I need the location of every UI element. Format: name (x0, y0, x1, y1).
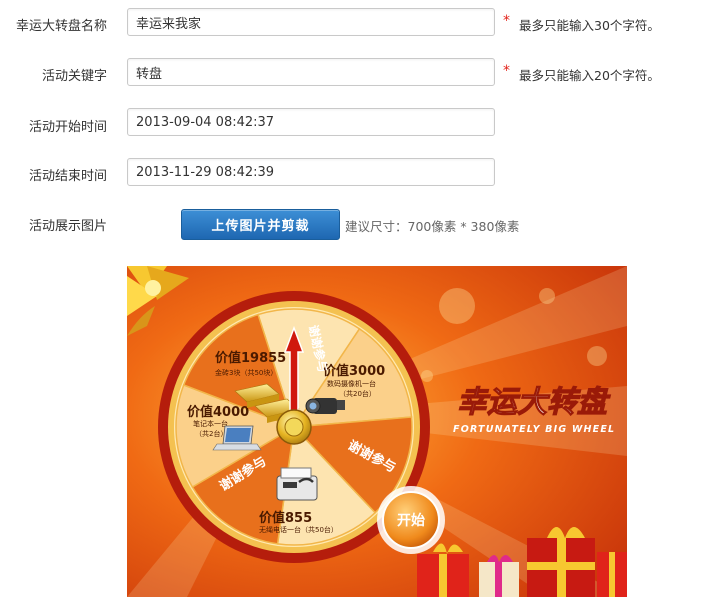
prize-count-6: （共2台） (195, 429, 227, 438)
prize-desc-2: 数码摄像机一台 (327, 379, 376, 388)
banner-title-block: 幸运大转盘 FORTUNATELY BIG WHEEL (453, 384, 615, 435)
prize-label-6: 价值4000 (187, 404, 249, 420)
fax-phone-icon (276, 467, 318, 501)
prize-label-2: 价值3000 (323, 363, 385, 379)
keyword-hint: 最多只能输入20个字符。 (519, 68, 660, 83)
prize-desc-1: 金砖3块（共50块） (215, 368, 277, 377)
prize-count-2: （共20台） (339, 389, 376, 398)
banner-subtitle: FORTUNATELY BIG WHEEL (453, 424, 615, 435)
keyword-required-mark: * (503, 63, 510, 79)
lucky-wheel-banner: 价值19855 金砖3块（共50块） 价值3000 数码摄像机一台 （共20台）… (127, 266, 627, 597)
name-label: 幸运大转盘名称 (15, 19, 107, 34)
name-required-mark: * (503, 13, 510, 29)
start-button: 开始 (377, 486, 445, 554)
end-time-label: 活动结束时间 (28, 169, 107, 184)
end-time-input[interactable] (127, 158, 495, 186)
start-time-input[interactable] (127, 108, 495, 136)
prize-desc-4: 无绳电话一台（共50台） (259, 525, 338, 534)
image-size-hint: 建议尺寸：700像素 * 380像素 (345, 219, 520, 234)
prize-label-1: 价值19855 (215, 350, 286, 366)
name-hint: 最多只能输入30个字符。 (519, 18, 660, 33)
start-button-label: 开始 (397, 512, 425, 529)
keyword-label: 活动关键字 (41, 69, 107, 84)
upload-crop-button[interactable]: 上传图片并剪裁 (181, 209, 340, 240)
image-label: 活动展示图片 (28, 219, 107, 234)
prize-label-4: 价值855 (259, 510, 312, 526)
banner-title: 幸运大转盘 (457, 385, 611, 420)
start-time-label: 活动开始时间 (28, 120, 107, 135)
name-input[interactable] (127, 8, 495, 36)
prize-desc-6: 笔记本一台 (193, 419, 228, 428)
banner-preview-image: 价值19855 金砖3块（共50块） 价值3000 数码摄像机一台 （共20台）… (127, 266, 627, 597)
keyword-input[interactable] (127, 58, 495, 86)
